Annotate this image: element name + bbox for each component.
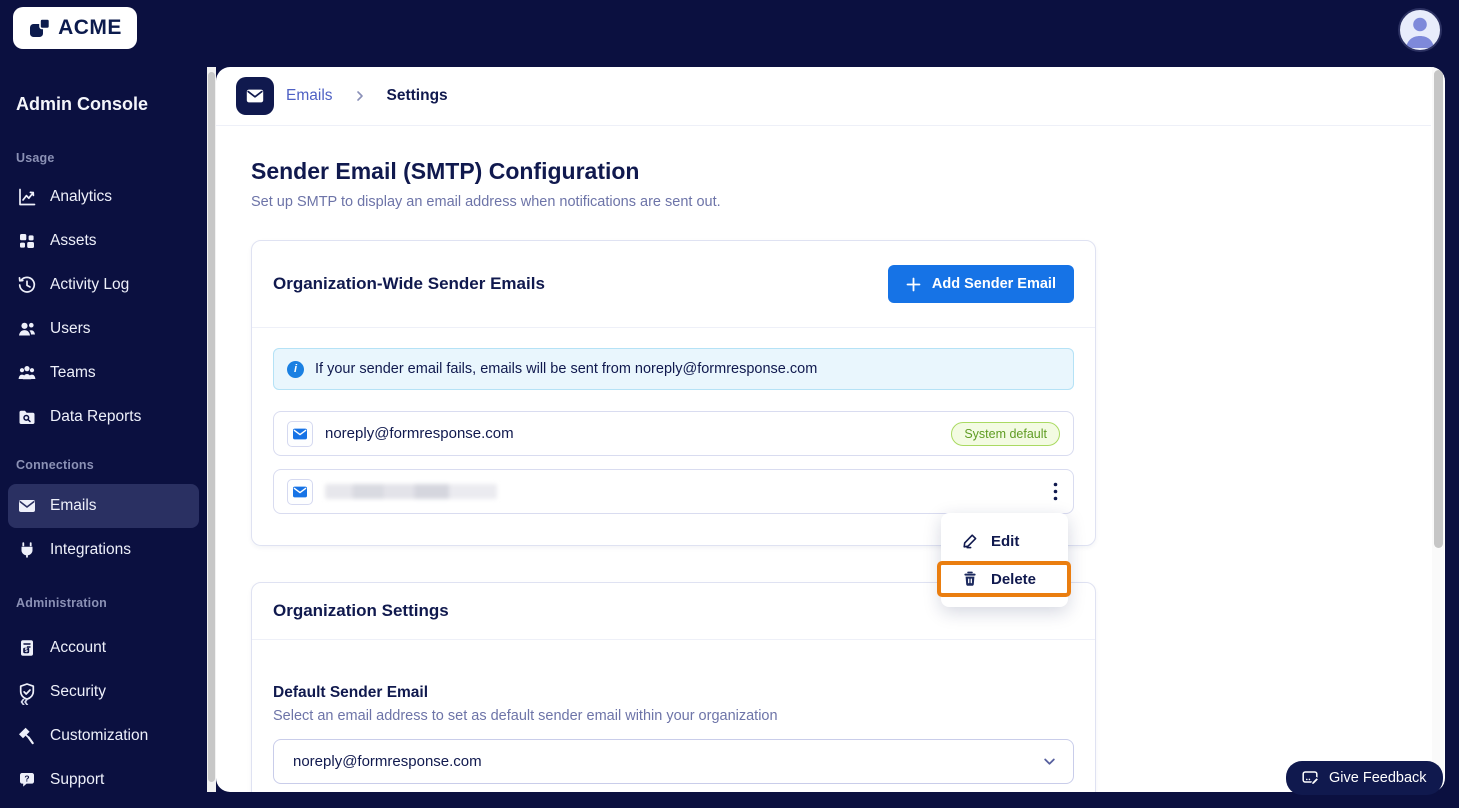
sidebar-item-emails[interactable]: Emails xyxy=(8,484,199,528)
sidebar-scrollbar-thumb[interactable] xyxy=(208,72,215,782)
section-label-connections: Connections xyxy=(16,458,94,472)
envelope-icon xyxy=(287,420,313,447)
emails-icon xyxy=(17,496,37,516)
kebab-menu-icon[interactable] xyxy=(1051,478,1060,505)
acme-logo-text: ACME xyxy=(58,16,122,39)
sidebar-item-label: Integrations xyxy=(50,541,131,558)
content-scrollbar-thumb[interactable] xyxy=(1434,70,1443,548)
sidebar-title: Admin Console xyxy=(16,94,149,114)
sidebar-collapse-icon[interactable]: « xyxy=(20,694,29,710)
feedback-icon xyxy=(1302,770,1320,787)
avatar-person-icon xyxy=(1406,17,1434,48)
users-icon xyxy=(17,319,37,339)
context-menu-edit-label: Edit xyxy=(991,532,1020,550)
sidebar-item-label: Customization xyxy=(50,727,149,744)
sidebar-item-account[interactable]: $ Account xyxy=(8,626,199,670)
sidebar-item-label: Emails xyxy=(50,497,97,514)
acme-logo[interactable]: ACME xyxy=(13,7,137,49)
sidebar-item-label: Account xyxy=(50,639,107,656)
sender-card-title: Organization-Wide Sender Emails xyxy=(273,274,545,293)
info-banner-text: If your sender email fails, emails will … xyxy=(315,361,818,377)
page-title: Sender Email (SMTP) Configuration xyxy=(251,158,640,184)
account-icon: $ xyxy=(17,638,37,658)
data-reports-icon xyxy=(17,407,37,427)
envelope-icon xyxy=(287,478,313,505)
section-label-administration: Administration xyxy=(16,596,107,610)
info-banner: i If your sender email fails, emails wil… xyxy=(273,348,1074,390)
context-menu-delete-label: Delete xyxy=(991,570,1037,588)
sidebar-item-security[interactable]: Security xyxy=(8,670,199,714)
breadcrumb-link-emails[interactable]: Emails xyxy=(286,87,333,105)
chevron-down-icon xyxy=(1042,754,1057,769)
emails-breadcrumb-icon xyxy=(236,77,274,115)
sidebar-item-label: Support xyxy=(50,771,105,788)
chevron-right-icon xyxy=(354,90,366,102)
give-feedback-button[interactable]: Give Feedback xyxy=(1286,761,1443,795)
select-value: noreply@formresponse.com xyxy=(293,753,482,770)
sidebar-item-label: Users xyxy=(50,320,91,337)
add-sender-email-label: Add Sender Email xyxy=(931,276,1056,292)
user-avatar[interactable] xyxy=(1398,8,1442,52)
sidebar-item-integrations[interactable]: Integrations xyxy=(8,528,199,572)
integrations-icon xyxy=(17,540,37,560)
activity-log-icon xyxy=(17,275,37,295)
sidebar-item-analytics[interactable]: Analytics xyxy=(8,175,199,219)
main-panel: Emails Settings Sender Email (SMTP) Conf… xyxy=(216,67,1445,792)
sidebar-item-customization[interactable]: Customization xyxy=(8,714,199,758)
sidebar-item-users[interactable]: Users xyxy=(8,307,199,351)
teams-icon xyxy=(17,363,37,383)
add-sender-email-button[interactable]: Add Sender Email xyxy=(887,265,1074,303)
sidebar-item-label: Analytics xyxy=(50,188,113,205)
sidebar-item-label: Activity Log xyxy=(50,276,130,293)
section-label-usage: Usage xyxy=(16,151,55,165)
sidebar-item-label: Assets xyxy=(50,232,97,249)
sender-email-address: noreply@formresponse.com xyxy=(325,425,514,442)
sidebar: Admin Console Usage Analytics Assets Act… xyxy=(0,67,207,808)
sidebar-item-activity-log[interactable]: Activity Log xyxy=(8,263,199,307)
context-menu: Edit Delete xyxy=(941,513,1068,607)
sidebar-item-assets[interactable]: Assets xyxy=(8,219,199,263)
top-bar: ACME xyxy=(0,0,1459,67)
sidebar-item-label: Data Reports xyxy=(50,408,142,425)
svg-text:?: ? xyxy=(24,773,29,783)
customization-icon xyxy=(17,726,37,746)
system-default-badge: System default xyxy=(951,421,1060,446)
sidebar-item-label: Teams xyxy=(50,364,96,381)
sender-email-row-redacted xyxy=(273,469,1074,514)
default-sender-email-label: Default Sender Email xyxy=(273,684,429,701)
sender-emails-card: Organization-Wide Sender Emails Add Send… xyxy=(251,240,1096,546)
org-card-title: Organization Settings xyxy=(273,601,449,620)
support-icon: ? xyxy=(17,770,37,790)
sidebar-item-support[interactable]: ? Support xyxy=(8,758,199,802)
page-subtitle: Set up SMTP to display an email address … xyxy=(251,194,721,210)
redacted-email-text xyxy=(325,484,497,499)
trash-icon xyxy=(961,570,979,588)
organization-settings-card: Organization Settings Default Sender Ema… xyxy=(251,582,1096,792)
give-feedback-label: Give Feedback xyxy=(1329,770,1427,786)
analytics-icon xyxy=(17,187,37,207)
breadcrumb: Emails Settings xyxy=(216,67,1431,126)
acme-logo-icon xyxy=(28,16,52,40)
context-menu-delete[interactable]: Delete xyxy=(941,560,1068,598)
default-sender-email-select[interactable]: noreply@formresponse.com xyxy=(273,739,1074,784)
sidebar-item-teams[interactable]: Teams xyxy=(8,351,199,395)
info-icon: i xyxy=(287,360,304,378)
edit-pencil-icon xyxy=(961,532,979,550)
context-menu-edit[interactable]: Edit xyxy=(941,522,1068,560)
assets-icon xyxy=(17,231,37,251)
sender-card-header: Organization-Wide Sender Emails Add Send… xyxy=(252,241,1095,328)
plus-icon xyxy=(906,277,921,292)
sender-email-row: noreply@formresponse.com System default xyxy=(273,411,1074,456)
sidebar-item-label: Security xyxy=(50,683,106,700)
breadcrumb-current-settings: Settings xyxy=(386,87,448,104)
sidebar-item-data-reports[interactable]: Data Reports xyxy=(8,395,199,439)
default-sender-email-description: Select an email address to set as defaul… xyxy=(273,708,778,724)
